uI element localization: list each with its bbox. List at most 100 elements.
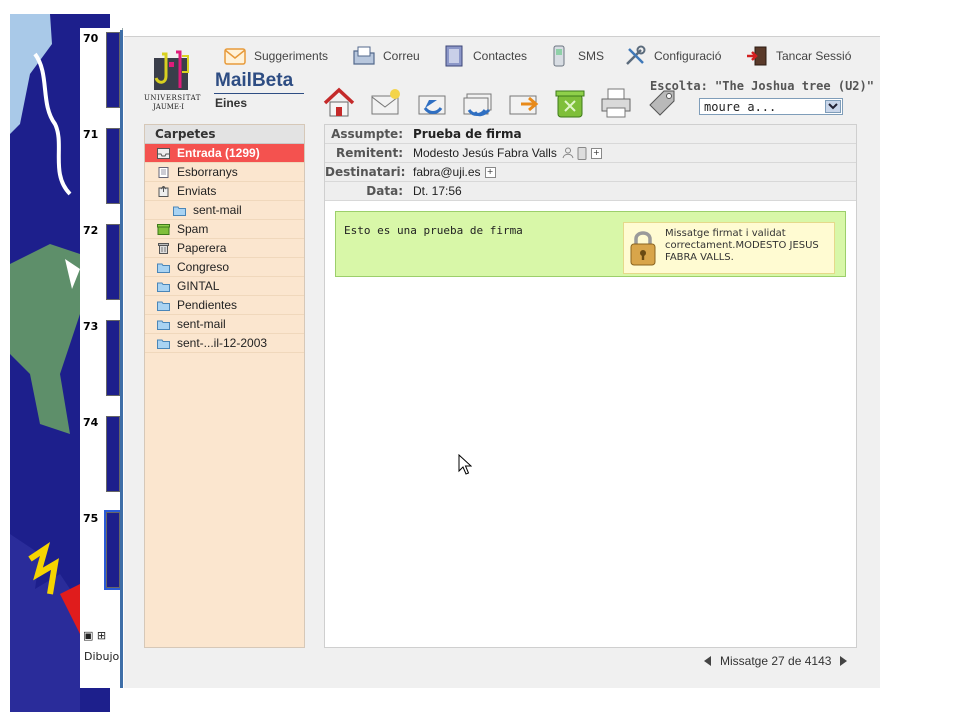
folder-icon — [173, 206, 186, 216]
folder-label: sent-mail — [193, 203, 242, 217]
mouse-pointer-icon — [458, 454, 472, 475]
chevron-down-icon[interactable] — [825, 100, 841, 113]
folder-label: Congreso — [177, 260, 230, 274]
address-book-icon — [445, 45, 463, 67]
next-message-icon[interactable] — [840, 656, 848, 666]
folder-item-sent-mail-sub[interactable]: sent-mail — [145, 201, 304, 220]
folder-item-pendientes[interactable]: Pendientes — [145, 296, 304, 315]
top-border — [124, 36, 880, 37]
person-icon[interactable] — [562, 147, 574, 159]
nav-label: Suggeriments — [254, 49, 329, 63]
reply-all-icon[interactable] — [461, 86, 495, 120]
window-divider[interactable] — [120, 30, 123, 688]
slide-thumbnail[interactable]: 74 — [80, 412, 122, 508]
nav-label: Configuració — [654, 49, 722, 63]
slide-number: 70 — [83, 32, 99, 45]
print-icon[interactable] — [599, 86, 633, 120]
folder-item-drafts[interactable]: Esborranys — [145, 163, 304, 182]
university-logo-icon — [154, 50, 189, 90]
nav-sms[interactable]: SMS — [548, 45, 604, 67]
from-label: Remitent: — [336, 146, 403, 160]
delete-icon[interactable] — [553, 86, 587, 120]
signature-status-box: Missatge firmat i validat correctament.M… — [623, 222, 835, 274]
compose-icon[interactable] — [369, 86, 403, 120]
trash-icon — [158, 242, 169, 254]
subject-label: Assumpte: — [331, 127, 403, 141]
slide-number: 74 — [83, 416, 99, 429]
slide-thumbnail[interactable]: 72 — [80, 220, 122, 316]
sent-icon — [158, 185, 169, 197]
logout-door-icon — [747, 46, 767, 66]
nav-suggestions[interactable]: Suggeriments — [224, 45, 328, 67]
envelope-suggest-icon — [224, 48, 246, 65]
to-label: Destinatari: — [325, 165, 406, 179]
folder-label: Enviats — [177, 184, 217, 198]
slide-thumbnail[interactable]: 71 — [80, 124, 122, 220]
mobile-phone-icon — [553, 45, 565, 67]
slide-thumbnail-selected[interactable]: 75 — [80, 508, 122, 604]
folder-icon — [157, 339, 170, 349]
folder-panel: Carpetes Entrada (1299) Esborranys Envia… — [144, 124, 305, 648]
pager-text: Missatge 27 de 4143 — [720, 654, 832, 668]
home-icon[interactable] — [322, 86, 356, 120]
message-body-text: Esto es una prueba de firma — [344, 224, 523, 237]
folder-item-inbox[interactable]: Entrada (1299) — [145, 144, 304, 163]
slide-number: 75 — [83, 512, 99, 525]
folder-item-spam[interactable]: Spam — [145, 220, 304, 239]
nav-configuration[interactable]: Configuració — [624, 45, 721, 67]
folder-icon — [157, 282, 170, 292]
now-playing-label: Escolta: "The Joshua tree (U2)" — [650, 79, 874, 93]
add-recipient-icon[interactable]: + — [484, 166, 496, 178]
folder-label: Spam — [177, 222, 209, 236]
folder-panel-header: Carpetes — [145, 125, 304, 144]
header-date-row: Data: Dt. 17:56 — [325, 182, 856, 201]
move-select-value: moure a... — [704, 100, 777, 114]
date-label: Data: — [366, 184, 403, 198]
slide-thumbnail[interactable]: 70 — [80, 28, 122, 124]
from-value[interactable]: Modesto Jesús Fabra Valls — [413, 146, 557, 160]
folder-label: Esborranys — [177, 165, 238, 179]
nav-mail[interactable]: Correu — [353, 45, 420, 67]
folder-label: Entrada (1299) — [177, 146, 260, 160]
header-from-row: Remitent: Modesto Jesús Fabra Valls + — [325, 144, 856, 163]
to-value[interactable]: fabra@uji.es — [413, 165, 481, 179]
signature-status-text: Missatge firmat i validat correctament.M… — [665, 228, 819, 263]
inbox-icon — [157, 147, 170, 159]
nav-contacts[interactable]: Contactes — [443, 45, 527, 67]
slide-number: 71 — [83, 128, 99, 141]
nav-label: Correu — [383, 49, 420, 63]
message-body: Esto es una prueba de firma Missatge fir… — [335, 211, 846, 277]
folder-icon — [157, 301, 170, 311]
spam-icon — [157, 223, 170, 235]
folder-mail-icon — [353, 46, 375, 65]
slide-number: 72 — [83, 224, 99, 237]
view-toggle-icons[interactable]: ▣ ⊞ — [83, 629, 106, 642]
mobile-phone-small-icon[interactable] — [577, 146, 587, 160]
add-contact-icon[interactable]: + — [590, 147, 602, 159]
header-to-row: Destinatari: fabra@uji.es + — [325, 163, 856, 182]
header-subject-row: Assumpte: Prueba de firma — [325, 125, 856, 144]
mail-app-window: UNIVERSITAT JAUME·I MailBeta Eines Sugge… — [124, 36, 880, 688]
tools-icon — [626, 45, 646, 65]
message-pager: Missatge 27 de 4143 — [704, 654, 848, 668]
folder-item-congreso[interactable]: Congreso — [145, 258, 304, 277]
folder-label: Pendientes — [177, 298, 238, 312]
move-to-folder-select[interactable]: moure a... — [699, 98, 843, 115]
folder-label: Paperera — [177, 241, 227, 255]
folder-item-sent-mail-2003[interactable]: sent-...il-12-2003 — [145, 334, 304, 353]
folder-icon — [157, 263, 170, 273]
reply-icon[interactable] — [415, 86, 449, 120]
university-name: UNIVERSITAT — [144, 94, 201, 102]
drafts-icon — [158, 166, 169, 178]
folder-item-sent-mail[interactable]: sent-mail — [145, 315, 304, 334]
drawing-menu[interactable]: Dibujo — [84, 650, 119, 663]
tools-label: Eines — [215, 96, 248, 110]
folder-item-sent[interactable]: Enviats — [145, 182, 304, 201]
forward-icon[interactable] — [507, 86, 541, 120]
folder-label: sent-...il-12-2003 — [177, 336, 268, 350]
previous-message-icon[interactable] — [704, 656, 711, 666]
folder-item-gintal[interactable]: GINTAL — [145, 277, 304, 296]
folder-item-trash[interactable]: Paperera — [145, 239, 304, 258]
nav-logout[interactable]: Tancar Sessió — [746, 45, 851, 67]
slide-thumbnail[interactable]: 73 — [80, 316, 122, 412]
